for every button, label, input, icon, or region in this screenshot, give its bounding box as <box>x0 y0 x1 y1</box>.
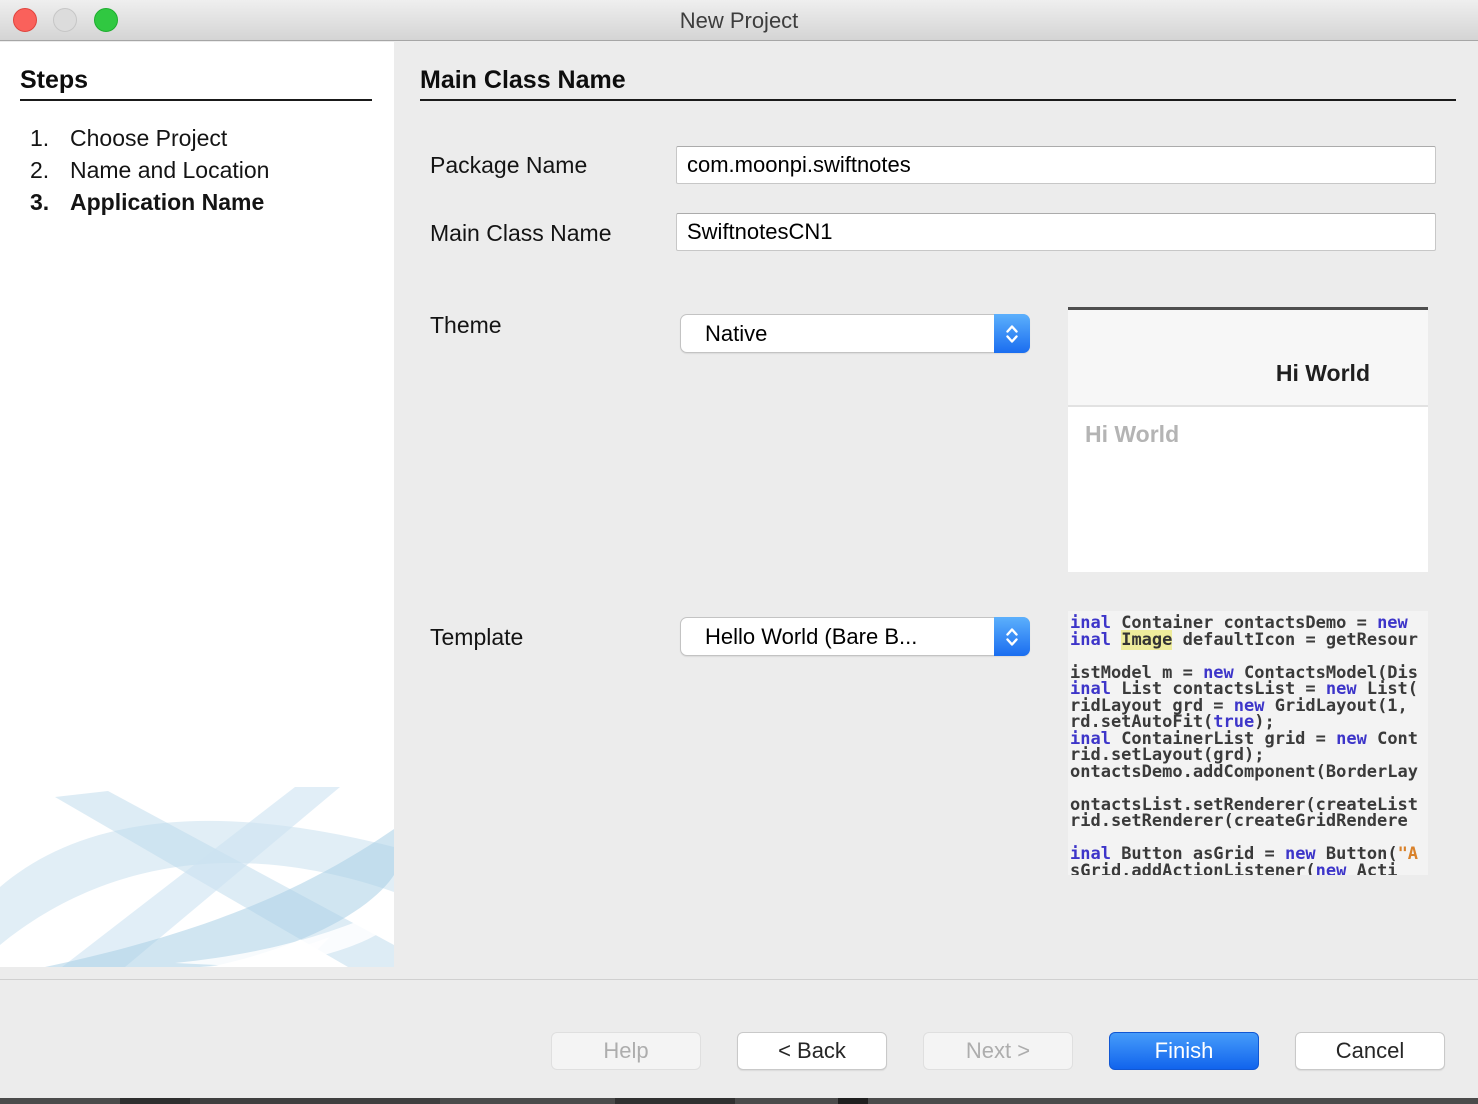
back-button[interactable]: < Back <box>737 1032 887 1070</box>
steps-heading: Steps <box>20 66 88 95</box>
next-button[interactable]: Next > <box>923 1032 1073 1070</box>
minimize-button[interactable] <box>53 8 77 32</box>
theme-select-value: Native <box>705 321 767 346</box>
step-item-application-name: 3. Application Name <box>30 186 269 218</box>
steps-panel: Steps 1. Choose Project 2. Name and Loca… <box>0 42 394 967</box>
content-heading: Main Class Name <box>420 66 626 95</box>
chevron-up-down-icon <box>994 314 1030 353</box>
window-title: New Project <box>0 0 1478 41</box>
steps-heading-rule <box>20 99 372 101</box>
step-item-name-and-location: 2. Name and Location <box>30 154 269 186</box>
close-button[interactable] <box>13 8 37 32</box>
package-name-input[interactable] <box>676 146 1436 184</box>
step-item-choose-project: 1. Choose Project <box>30 122 269 154</box>
template-label: Template <box>430 624 523 651</box>
code-preview: inal Container contactsDemo = newinal Im… <box>1068 611 1428 875</box>
theme-preview-titlebar: Hi World <box>1068 310 1428 407</box>
main-class-name-label: Main Class Name <box>430 220 612 247</box>
footer-divider <box>0 979 1478 980</box>
theme-preview-title-text: Hi World <box>1276 360 1370 387</box>
finish-button[interactable]: Finish <box>1109 1032 1259 1070</box>
theme-select[interactable]: Native <box>680 314 1030 353</box>
steps-list: 1. Choose Project 2. Name and Location 3… <box>30 122 269 218</box>
zoom-button[interactable] <box>94 8 118 32</box>
step-label: Name and Location <box>70 157 269 184</box>
template-select[interactable]: Hello World (Bare B... <box>680 617 1030 656</box>
help-button[interactable]: Help <box>551 1032 701 1070</box>
step-label: Choose Project <box>70 125 227 152</box>
theme-preview: Hi World Hi World <box>1068 307 1428 572</box>
window-titlebar: New Project <box>0 0 1478 41</box>
chevron-up-down-icon <box>994 617 1030 656</box>
watermark-graphic <box>0 787 394 967</box>
content-panel: Main Class Name Package Name Main Class … <box>394 42 1478 967</box>
step-label: Application Name <box>70 189 264 216</box>
theme-preview-body-text: Hi World <box>1068 407 1428 448</box>
package-name-label: Package Name <box>430 152 587 179</box>
content-heading-rule <box>420 99 1456 101</box>
cancel-button[interactable]: Cancel <box>1295 1032 1445 1070</box>
main-class-name-input[interactable] <box>676 213 1436 251</box>
bottom-window-edge <box>0 1098 1478 1104</box>
theme-label: Theme <box>430 312 502 339</box>
template-select-value: Hello World (Bare B... <box>705 624 917 649</box>
